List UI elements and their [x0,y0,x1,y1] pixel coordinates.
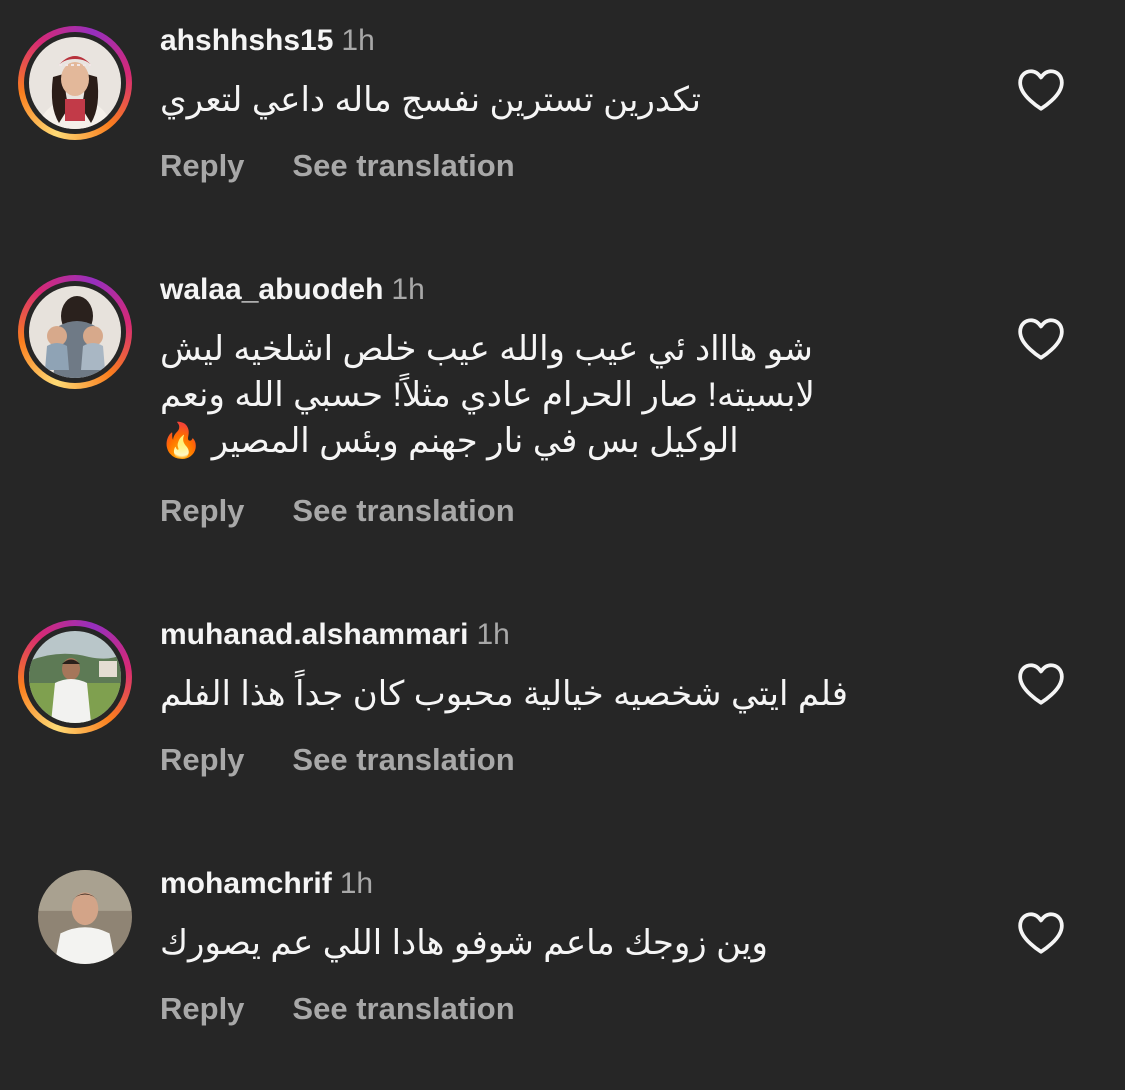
avatar[interactable] [18,620,132,734]
reply-button[interactable]: Reply [160,493,244,528]
avatar-image [29,631,121,723]
reply-button[interactable]: Reply [160,991,244,1026]
comment-header: muhanad.alshammari 1h [160,617,510,653]
heart-outline-icon[interactable] [1016,316,1066,362]
avatar-image [38,870,132,964]
comment-username[interactable]: walaa_abuodeh [160,273,383,306]
comment-text: وين زوجك ماعم شوفو هادا اللي عم يصورك [160,924,768,962]
comment-text: شو هاااد ئي عيب والله عيب خلص اشلخيه ليش… [160,330,815,460]
comment-header: mohamchrif 1h [160,866,373,902]
avatar[interactable] [18,866,132,980]
heart-outline-icon[interactable] [1016,67,1066,113]
avatar-image [29,37,121,129]
comment-text: تكدرين تسترين نفسج ماله داعي لتعري [160,81,701,119]
comment-text: فلم ايتي شخصيه خيالية محبوب كان جداً هذا… [160,675,849,713]
see-translation-button[interactable]: See translation [292,991,514,1026]
see-translation-button[interactable]: See translation [292,148,514,183]
see-translation-button[interactable]: See translation [292,742,514,777]
comment-actions: Reply See translation [160,991,515,1027]
comment-actions: Reply See translation [160,493,515,529]
comment-actions: Reply See translation [160,148,515,184]
reply-button[interactable]: Reply [160,148,244,183]
heart-outline-icon[interactable] [1016,661,1066,707]
comment-username[interactable]: mohamchrif [160,867,332,900]
avatar[interactable] [18,275,132,389]
heart-outline-icon[interactable] [1016,910,1066,956]
avatar-image [29,286,121,378]
avatar[interactable] [18,26,132,140]
comment-time: 1h [341,24,375,57]
see-translation-button[interactable]: See translation [292,493,514,528]
comment-time: 1h [339,867,374,900]
comment-actions: Reply See translation [160,742,515,778]
comment-header: ahshhshs15 1h [160,23,375,59]
comment-time: 1h [391,273,425,306]
comment-header: walaa_abuodeh 1h [160,272,425,308]
reply-button[interactable]: Reply [160,742,244,777]
comment-username[interactable]: ahshhshs15 [160,24,333,57]
comment-username[interactable]: muhanad.alshammari [160,618,468,651]
comment-time: 1h [476,618,510,651]
